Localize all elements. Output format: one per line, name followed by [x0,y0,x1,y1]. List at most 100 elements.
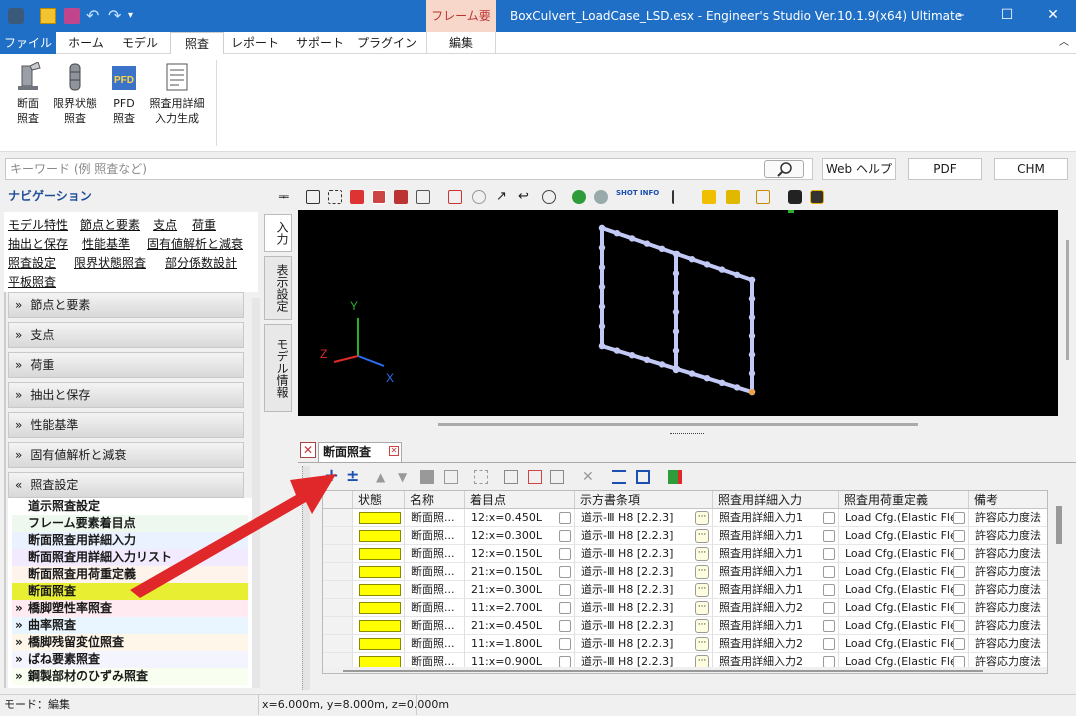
nav-scrollbar[interactable] [252,298,260,688]
state-cell[interactable] [353,599,405,617]
table-cell-load[interactable]: Load Cfg.(Elastic Fle [839,581,969,599]
nav-link-eigenvalue-damping[interactable]: 固有値解析と減衰 [147,235,243,252]
table-cell-note[interactable]: 許容応力度法 [969,581,1047,599]
table-cell-name[interactable]: 断面照... [405,581,465,599]
context-tab-frame-element[interactable]: フレーム要素 [426,0,496,55]
table-cell-clause[interactable]: 道示-Ⅲ H8 [2.2.3] ··· [575,599,713,617]
row-header[interactable] [323,617,353,635]
table-cell-clause[interactable]: 道示-Ⅲ H8 [2.2.3] ··· [575,509,713,527]
nav-subitem[interactable]: 断面照査用詳細入力 [12,532,248,549]
view-cube-iso-icon[interactable] [416,190,430,204]
tab-section-check[interactable]: 断面照査 ✕ [318,442,402,462]
table-cell-load[interactable]: Load Cfg.(Elastic Fle [839,527,969,545]
quick-access-dropdown-icon[interactable]: ▾ [128,8,144,24]
nav-link-performance-criteria[interactable]: 性能基準 [82,235,130,252]
select-pointer-icon[interactable] [672,190,686,204]
dropdown-icon[interactable] [953,602,965,614]
viewport-vertical-scrollbar[interactable] [1058,210,1076,416]
dropdown-icon[interactable] [823,620,835,632]
table-cell-point[interactable]: 12:x=0.150L [465,545,575,563]
dropdown-icon[interactable] [559,620,571,632]
table-cell-detail[interactable]: 照査用詳細入力1 [713,545,839,563]
close-panel-icon[interactable]: ✕ [300,442,316,458]
dropdown-icon[interactable] [823,602,835,614]
table-cell-name[interactable]: 断面照... [405,527,465,545]
table-cell-load[interactable]: Load Cfg.(Elastic Fle [839,617,969,635]
nav-subitem[interactable]: 道示照査設定 [12,498,248,515]
duplicate-icon[interactable] [550,470,564,484]
col-header-state[interactable]: 状態 [353,491,405,509]
nav-subitem[interactable]: » 橋脚残留変位照査 [12,634,248,651]
dropdown-icon[interactable] [953,512,965,524]
search-button[interactable] [764,160,804,178]
tab-close-icon[interactable]: ✕ [389,446,399,456]
table-cell-note[interactable]: 許容応力度法 [969,545,1047,563]
new-file-icon[interactable] [40,8,56,24]
minimize-button[interactable]: – [938,0,984,32]
table-cell-point[interactable]: 11:x=1.800L [465,635,575,653]
tab-file[interactable]: ファイル [0,32,56,54]
dropdown-icon[interactable] [823,584,835,596]
table-cell-load[interactable]: Load Cfg.(Elastic Fle [839,545,969,563]
vtab-display-settings[interactable]: 表示設定 [264,256,292,320]
rotate-icon[interactable]: ↩ [518,190,532,204]
dropdown-icon[interactable] [953,530,965,542]
table-cell-load[interactable]: Load Cfg.(Elastic Fle [839,599,969,617]
delete-icon[interactable]: ✕ [582,470,596,484]
web-help-button[interactable]: Web ヘルプ [822,158,896,180]
table-cell-point[interactable]: 11:x=2.700L [465,599,575,617]
nav-subitem[interactable]: 断面照査用荷重定義 [12,566,248,583]
dropdown-icon[interactable] [559,566,571,578]
row-header[interactable] [323,509,353,527]
search-input[interactable]: キーワード (例 照査など) [5,158,813,180]
table-cell-name[interactable]: 断面照... [405,545,465,563]
nav-category[interactable]: » 荷重 [8,352,244,378]
select-multi-icon[interactable] [726,190,740,204]
zoom-in-icon[interactable] [448,190,462,204]
nav-link-partial-factor-design[interactable]: 部分係数設計 [165,254,237,271]
sort-icon[interactable] [474,470,488,484]
move-up-icon[interactable]: ▲ [376,470,390,484]
table-cell-clause[interactable]: 道示-Ⅲ H8 [2.2.3] ··· [575,527,713,545]
dropdown-icon[interactable] [953,566,965,578]
col-header-note[interactable]: 備考 [969,491,1047,509]
zoom-out-icon[interactable] [472,190,486,204]
row-header[interactable] [323,599,353,617]
table-cell-point[interactable]: 21:x=0.450L [465,617,575,635]
maximize-button[interactable]: ☐ [984,0,1030,32]
nav-category[interactable]: » 節点と要素 [8,292,244,318]
table-cell-note[interactable]: 許容応力度法 [969,563,1047,581]
fit-view-icon[interactable] [306,190,320,204]
table-cell-load[interactable]: Load Cfg.(Elastic Fle [839,635,969,653]
row-icon[interactable] [444,470,458,484]
autofit-icon[interactable] [636,470,650,484]
dropdown-icon[interactable] [559,548,571,560]
row-header[interactable] [323,581,353,599]
table-cell-name[interactable]: 断面照... [405,635,465,653]
nav-link-nodes-elements[interactable]: 節点と要素 [80,216,140,233]
table-cell-detail[interactable]: 照査用詳細入力1 [713,617,839,635]
undo-icon[interactable]: ↶ [86,8,102,24]
panel-gripper[interactable] [302,466,310,690]
table-cell-clause[interactable]: 道示-Ⅲ H8 [2.2.3] ··· [575,545,713,563]
state-cell[interactable] [353,509,405,527]
table-cell-note[interactable]: 許容応力度法 [969,635,1047,653]
tab-support[interactable]: サポート [290,32,350,54]
table-cell-detail[interactable]: 照査用詳細入力2 [713,599,839,617]
table-cell-load[interactable]: Load Cfg.(Elastic Fle [839,563,969,581]
nav-link-loads[interactable]: 荷重 [192,216,216,233]
state-cell[interactable] [353,563,405,581]
tab-plugin[interactable]: プラグイン [356,32,418,54]
nav-category[interactable]: » 抽出と保存 [8,382,244,408]
table-vscroll-thumb[interactable] [1056,506,1062,544]
info-icon[interactable]: INFO [640,190,659,204]
camera-settings-icon[interactable] [810,190,824,204]
vtab-input[interactable]: 入力 [264,214,292,252]
nav-link-limit-state-check[interactable]: 限界状態照査 [74,254,146,271]
viewport-hscroll-thumb[interactable] [438,423,918,426]
view-cube-side-icon[interactable] [394,190,408,204]
state-cell[interactable] [353,527,405,545]
table-cell-point[interactable]: 12:x=0.300L [465,527,575,545]
pfd-check-button[interactable]: PFD PFD 照査 [102,62,146,126]
redo-icon[interactable]: ↷ [108,8,124,24]
